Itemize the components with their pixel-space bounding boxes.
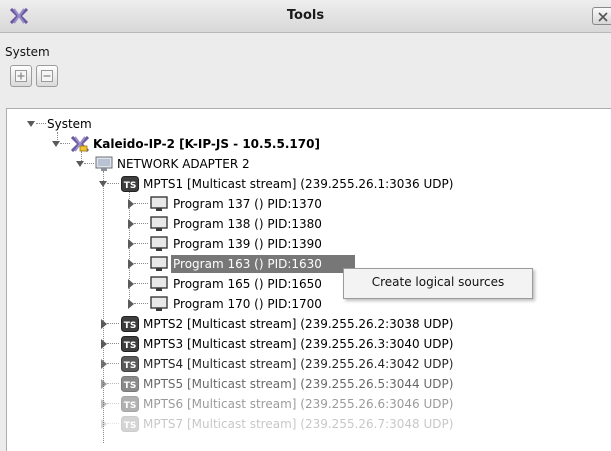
tree-node-label: MPTS2 [Multicast stream] (239.255.26.2:3… xyxy=(143,317,454,331)
tree-node-label: Program 139 () PID:1390 xyxy=(173,237,322,251)
transport-stream-icon: TS xyxy=(121,176,139,192)
collapsed-arrow-icon xyxy=(101,379,107,389)
tree-node-label: System xyxy=(47,117,92,131)
tree-node-label: Kaleido-IP-2 [K-IP-JS - 10.5.5.170] xyxy=(93,137,320,151)
collapsed-arrow-icon xyxy=(128,279,134,289)
tree-node-label: MPTS3 [Multicast stream] (239.255.26.3:3… xyxy=(143,337,454,351)
tree-node-label: Program 137 () PID:1370 xyxy=(173,197,322,211)
transport-stream-icon: TS xyxy=(121,396,139,412)
tree-node-mpts4[interactable]: TS MPTS4 [Multicast stream] (239.255.26.… xyxy=(7,354,607,374)
kaleido-device-icon xyxy=(71,136,89,152)
program-icon xyxy=(150,296,168,311)
remove-button[interactable] xyxy=(36,65,58,87)
program-icon xyxy=(150,236,168,251)
svg-text:TS: TS xyxy=(124,321,137,331)
svg-text:TS: TS xyxy=(124,401,137,411)
collapsed-arrow-icon xyxy=(128,199,134,209)
tree-node-system[interactable]: System xyxy=(7,114,607,134)
transport-stream-icon: TS xyxy=(121,416,139,432)
create-logical-sources-menu-item[interactable]: Create logical sources xyxy=(344,275,532,289)
minus-icon xyxy=(43,75,51,77)
tree-node-mpts6[interactable]: TS MPTS6 [Multicast stream] (239.255.26.… xyxy=(7,394,607,414)
transport-stream-icon: TS xyxy=(121,376,139,392)
network-adapter-icon xyxy=(95,156,113,171)
plus-icon xyxy=(17,72,25,80)
collapsed-arrow-icon xyxy=(101,339,107,349)
tree-node-label: Program 163 () PID:1630 xyxy=(173,257,322,271)
transport-stream-icon: TS xyxy=(121,336,139,352)
close-button[interactable] xyxy=(592,7,611,25)
svg-text:TS: TS xyxy=(124,361,137,371)
tree-node-label: MPTS5 [Multicast stream] (239.255.26.5:3… xyxy=(143,377,454,391)
title-bar[interactable]: Tools xyxy=(0,0,611,33)
tree-node-label: MPTS1 [Multicast stream] (239.255.26.1:3… xyxy=(143,177,454,191)
tree-node-label: MPTS4 [Multicast stream] (239.255.26.4:3… xyxy=(143,357,454,371)
svg-text:TS: TS xyxy=(124,341,137,351)
tree-node-mpts7[interactable]: TS MPTS7 [Multicast stream] (239.255.26.… xyxy=(7,414,607,434)
tree-node-program[interactable]: Program 139 () PID:1390 xyxy=(7,234,607,254)
system-section-label: System xyxy=(5,45,50,59)
tree-node-label: Program 138 () PID:1380 xyxy=(173,217,322,231)
collapsed-arrow-icon xyxy=(128,259,134,269)
tree-node-network-adapter[interactable]: NETWORK ADAPTER 2 xyxy=(7,154,607,174)
tree-node-program[interactable]: Program 137 () PID:1370 xyxy=(7,194,607,214)
context-menu: Create logical sources xyxy=(343,268,533,299)
collapsed-arrow-icon xyxy=(101,359,107,369)
transport-stream-icon: TS xyxy=(121,356,139,372)
tools-window: Tools System System Kaleido-IP-2 [K-IP-J… xyxy=(0,0,611,451)
program-icon xyxy=(150,256,168,271)
program-icon xyxy=(150,216,168,231)
svg-text:TS: TS xyxy=(124,181,137,191)
expanded-arrow-icon xyxy=(99,181,107,187)
window-title: Tools xyxy=(286,8,325,23)
tree-node-label: MPTS7 [Multicast stream] (239.255.26.7:3… xyxy=(143,417,454,431)
tree-node-label: NETWORK ADAPTER 2 xyxy=(117,157,250,171)
add-button[interactable] xyxy=(10,65,32,87)
expanded-arrow-icon xyxy=(76,161,84,167)
expanded-arrow-icon xyxy=(27,121,35,127)
expanded-arrow-icon xyxy=(52,141,60,147)
collapsed-arrow-icon xyxy=(101,319,107,329)
tree-node-mpts2[interactable]: TS MPTS2 [Multicast stream] (239.255.26.… xyxy=(7,314,607,334)
tree-node-mpts5[interactable]: TS MPTS5 [Multicast stream] (239.255.26.… xyxy=(7,374,607,394)
close-icon xyxy=(598,12,608,22)
tree-node-label: Program 170 () PID:1700 xyxy=(173,297,322,311)
collapsed-arrow-icon xyxy=(101,419,107,429)
collapsed-arrow-icon xyxy=(128,299,134,309)
svg-text:TS: TS xyxy=(124,421,137,431)
collapsed-arrow-icon xyxy=(101,399,107,409)
tree-node-program[interactable]: Program 138 () PID:1380 xyxy=(7,214,607,234)
tree-node-mpts1[interactable]: TS MPTS1 [Multicast stream] (239.255.26.… xyxy=(7,174,607,194)
collapsed-arrow-icon xyxy=(128,239,134,249)
tree-node-device[interactable]: Kaleido-IP-2 [K-IP-JS - 10.5.5.170] xyxy=(7,134,607,154)
collapsed-arrow-icon xyxy=(128,219,134,229)
program-icon xyxy=(150,196,168,211)
tree-node-mpts3[interactable]: TS MPTS3 [Multicast stream] (239.255.26.… xyxy=(7,334,607,354)
program-icon xyxy=(150,276,168,291)
transport-stream-icon: TS xyxy=(121,316,139,332)
svg-text:TS: TS xyxy=(124,381,137,391)
tree-node-label: Program 165 () PID:1650 xyxy=(173,277,322,291)
tree-node-label: MPTS6 [Multicast stream] (239.255.26.6:3… xyxy=(143,397,454,411)
